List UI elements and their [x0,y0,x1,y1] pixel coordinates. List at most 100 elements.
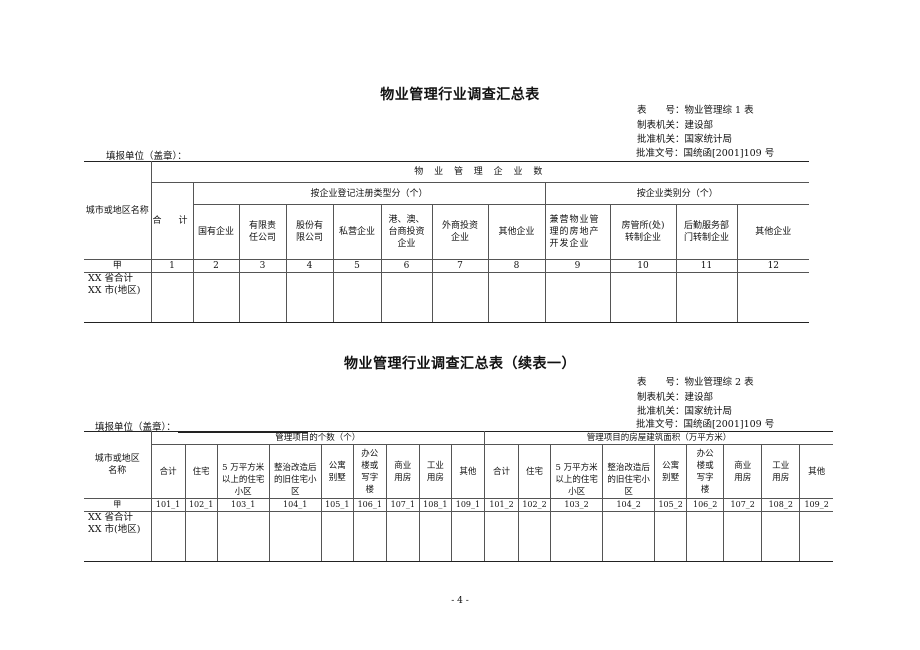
col-header: 商业用房 [385,444,420,499]
col-header: 整治改造后的旧住宅小区 [602,444,656,499]
code-cell: 107_2 [723,498,763,512]
code-cell: 甲 [84,259,152,273]
data-cell[interactable] [268,511,322,562]
col-header: 合计 [483,444,520,499]
col-header: 其他 [450,444,485,499]
col-header: 公寓别墅 [654,444,688,499]
code-cell: 109_1 [450,498,485,512]
code-cell: 103_2 [550,498,604,512]
col-header: 房管所(处)转制企业 [609,204,677,260]
header-row-label: 城市或地区名称 [84,431,152,499]
data-cell[interactable] [450,511,485,562]
table-row: XX 省合计 XX 市(地区) [84,511,833,562]
issuing-agency: 制表机关：建设部 [637,391,714,403]
code-cell: 106_2 [686,498,725,512]
data-cell[interactable] [761,511,801,562]
col-header: 私营企业 [332,204,382,260]
data-cell[interactable] [150,511,186,562]
code-cell: 105_2 [654,498,688,512]
col-header: 5 万平方米以上的住宅小区 [550,444,604,499]
data-cell[interactable] [518,511,552,562]
header-enterprise-count: 物 业 管 理 企 业 数 [150,161,810,183]
data-cell[interactable] [380,272,433,323]
header-by-registration: 按企业登记注册类型分（个） [192,182,546,205]
code-cell: 9 [544,259,611,273]
data-cell[interactable] [487,272,546,323]
code-cell: 104_2 [602,498,656,512]
col-header: 合计 [150,444,186,499]
data-cell[interactable] [736,272,810,323]
data-cell[interactable] [238,272,287,323]
data-cell[interactable] [431,272,489,323]
data-cell[interactable] [332,272,382,323]
data-cell[interactable] [723,511,763,562]
code-cell: 2 [192,259,240,273]
code-cell: 12 [736,259,810,273]
col-header: 5 万平方米以上的住宅小区 [216,444,270,499]
code-cell: 105_1 [320,498,354,512]
code-cell: 102_1 [184,498,218,512]
code-cell: 106_1 [352,498,387,512]
province-total-label: XX 省合计 [88,273,134,284]
data-cell[interactable] [192,272,240,323]
region-names: XX 省合计 XX 市(地区) [84,511,152,562]
data-cell[interactable] [285,272,334,323]
data-cell[interactable] [675,272,738,323]
data-cell[interactable] [184,511,218,562]
col-header: 其他 [799,444,833,499]
table2-title: 物业管理行业调查汇总表（续表一） [344,356,576,372]
code-cell: 7 [431,259,489,273]
code-cell: 11 [675,259,738,273]
col-header: 办公楼或写字楼 [352,444,387,499]
data-cell[interactable] [483,511,520,562]
data-cell[interactable] [654,511,688,562]
code-cell: 10 [609,259,677,273]
col-header: 其他企业 [487,204,546,260]
code-cell: 108_2 [761,498,801,512]
code-cell: 108_1 [418,498,452,512]
col-header: 有限责任公司 [238,204,287,260]
page-number: - 4 - [451,596,469,606]
data-cell[interactable] [352,511,387,562]
col-header: 后勤服务部门转制企业 [675,204,738,260]
col-header: 工业用房 [761,444,801,499]
data-cell[interactable] [418,511,452,562]
code-cell: 104_1 [268,498,322,512]
data-cell[interactable] [686,511,725,562]
data-cell[interactable] [150,272,194,323]
col-header: 住宅 [184,444,218,499]
data-cell[interactable] [550,511,604,562]
col-header: 港、澳、台商投资企业 [380,204,433,260]
col-header: 办公楼或写字楼 [686,444,725,499]
city-label: XX 市(地区) [88,285,141,296]
table2-meta: 表 号：物业管理综 2 表 制表机关：建设部 批准机关：国家统计局 [637,376,754,420]
data-cell[interactable] [609,272,677,323]
col-header: 商业用房 [723,444,763,499]
code-cell: 107_1 [385,498,420,512]
code-cell: 5 [332,259,382,273]
form-number: 表 号：物业管理综 1 表 [637,105,754,116]
approving-agency: 批准机关：国家统计局 [637,134,733,145]
table1-meta: 表 号：物业管理综 1 表 制表机关：建设部 批准机关：国家统计局 [637,104,754,148]
code-cell: 4 [285,259,334,273]
data-cell[interactable] [320,511,354,562]
col-header: 其他企业 [736,204,810,260]
form-number: 表 号：物业管理综 2 表 [637,377,754,388]
col-header: 工业用房 [418,444,452,499]
col-header: 国有企业 [192,204,240,260]
province-total-label: XX 省合计 [88,512,134,523]
data-cell[interactable] [544,272,611,323]
data-cell[interactable] [799,511,833,562]
code-cell: 3 [238,259,287,273]
region-names: XX 省合计 XX 市(地区) [84,272,152,323]
header-by-category: 按企业类别分（个） [544,182,810,205]
data-cell[interactable] [385,511,420,562]
city-label: XX 市(地区) [88,524,141,535]
code-cell: 102_2 [518,498,552,512]
table2: 城市或地区名称 管理项目的个数（个） 管理项目的房屋建筑面积（万平方米） 合计 … [84,431,833,562]
col-header: 股份有限公司 [285,204,334,260]
data-cell[interactable] [216,511,270,562]
data-cell[interactable] [602,511,656,562]
code-cell: 甲 [84,498,152,512]
col-header: 外商投资企业 [431,204,489,260]
